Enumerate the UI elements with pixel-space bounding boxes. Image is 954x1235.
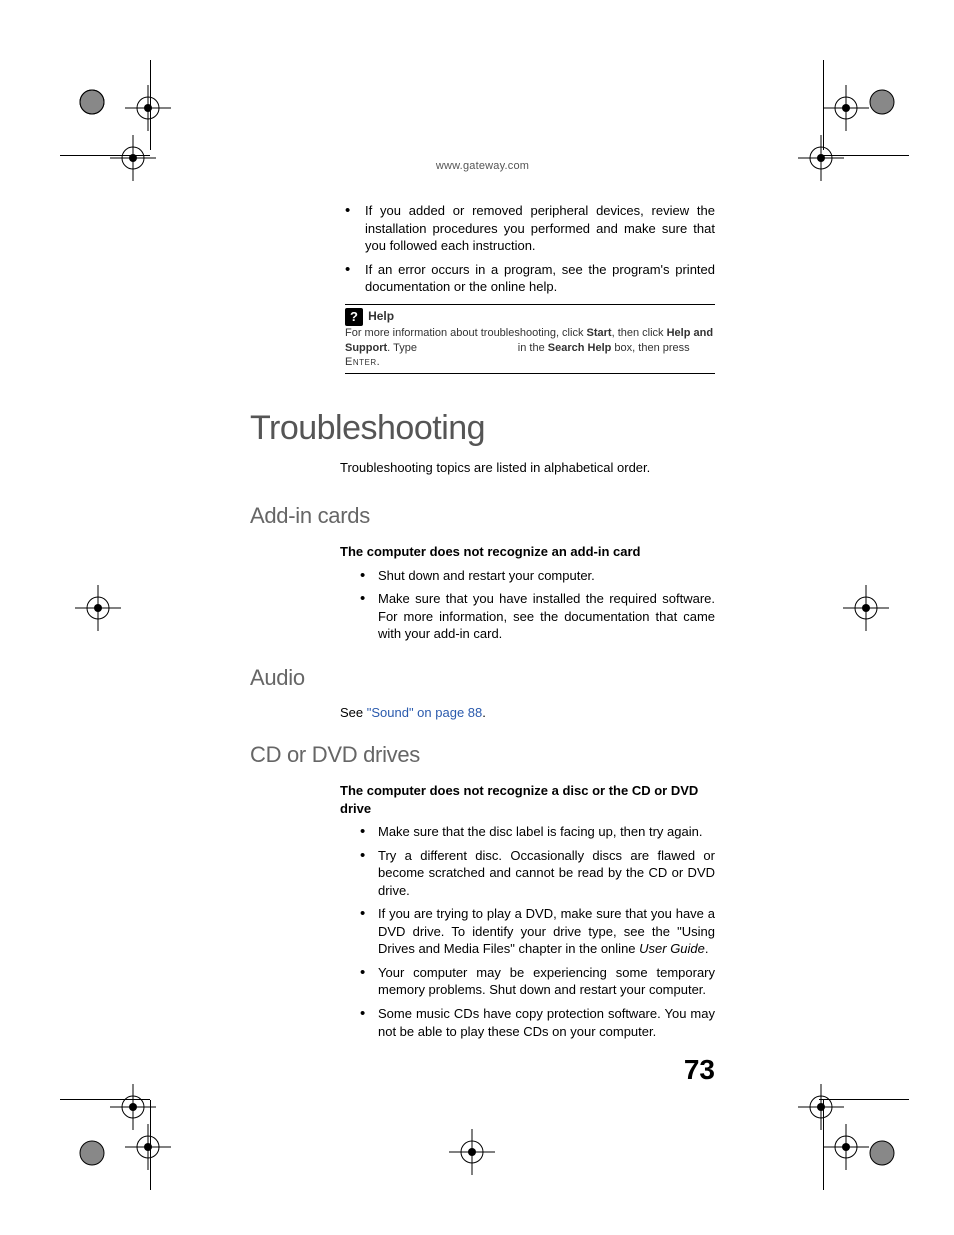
cddvd-bullet-list: Make sure that the disc label is facing … xyxy=(360,823,715,1040)
subheading: The computer does not recognize a disc o… xyxy=(340,782,715,817)
crop-mark-icon xyxy=(823,85,869,131)
addin-bullet-list: Shut down and restart your computer. Mak… xyxy=(360,567,715,643)
crop-mark-icon xyxy=(125,1124,171,1170)
help-body-text: For more information about troubleshooti… xyxy=(345,327,713,369)
text: . Type xyxy=(387,342,420,354)
header-url: www.gateway.com xyxy=(250,160,715,172)
page-number: 73 xyxy=(684,1054,715,1086)
text: , then click xyxy=(612,327,667,339)
crop-mark-icon xyxy=(865,1136,899,1170)
italic-text: User Guide xyxy=(639,941,705,956)
bold-text: Search Help xyxy=(548,342,612,354)
list-item: Shut down and restart your computer. xyxy=(360,567,715,585)
list-item: Your computer may be experiencing some t… xyxy=(360,964,715,999)
crop-line xyxy=(823,1100,824,1190)
cross-reference-link[interactable]: "Sound" on page 88 xyxy=(367,705,483,720)
list-item: Try a different disc. Occasionally discs… xyxy=(360,847,715,900)
intro-bullet-list: If you added or removed peripheral devic… xyxy=(345,202,715,296)
list-item: If you added or removed peripheral devic… xyxy=(345,202,715,255)
list-item: Make sure that you have installed the re… xyxy=(360,590,715,643)
text: . xyxy=(377,356,380,368)
smallcaps-text: Enter xyxy=(345,356,377,368)
help-title: Help xyxy=(368,309,394,323)
crop-line xyxy=(60,1099,150,1100)
crop-mark-icon xyxy=(823,1124,869,1170)
text: in the xyxy=(515,342,548,354)
help-icon: ? xyxy=(345,308,363,326)
list-item: If you are trying to play a DVD, make su… xyxy=(360,905,715,958)
crop-mark-icon xyxy=(843,585,889,631)
page-content: www.gateway.com If you added or removed … xyxy=(250,160,715,1046)
crop-mark-icon xyxy=(75,1136,109,1170)
section-heading-cddvd: CD or DVD drives xyxy=(250,742,715,768)
list-item: Make sure that the disc label is facing … xyxy=(360,823,715,841)
help-callout-box: ? Help For more information about troubl… xyxy=(345,304,715,375)
text: See xyxy=(340,705,367,720)
crop-line xyxy=(150,1100,151,1190)
text: box, then press xyxy=(611,342,689,354)
section-heading-addin: Add-in cards xyxy=(250,503,715,529)
section-heading-audio: Audio xyxy=(250,665,715,691)
bold-text: Start xyxy=(587,327,612,339)
list-item: Some music CDs have copy protection soft… xyxy=(360,1005,715,1040)
see-reference: See "Sound" on page 88. xyxy=(340,705,715,720)
crop-mark-icon xyxy=(75,85,109,119)
intro-text: Troubleshooting topics are listed in alp… xyxy=(340,460,715,475)
subheading: The computer does not recognize an add-i… xyxy=(340,543,715,561)
crop-mark-icon xyxy=(865,85,899,119)
crop-mark-icon xyxy=(798,1084,844,1130)
list-item: If an error occurs in a program, see the… xyxy=(345,261,715,296)
crop-mark-icon xyxy=(798,135,844,181)
crop-mark-icon xyxy=(449,1129,495,1175)
crop-line xyxy=(819,1099,909,1100)
text: For more information about troubleshooti… xyxy=(345,327,587,339)
crop-mark-icon xyxy=(125,85,171,131)
crop-mark-icon xyxy=(75,585,121,631)
page-title: Troubleshooting xyxy=(250,409,715,448)
text: . xyxy=(482,705,486,720)
crop-mark-icon xyxy=(110,135,156,181)
